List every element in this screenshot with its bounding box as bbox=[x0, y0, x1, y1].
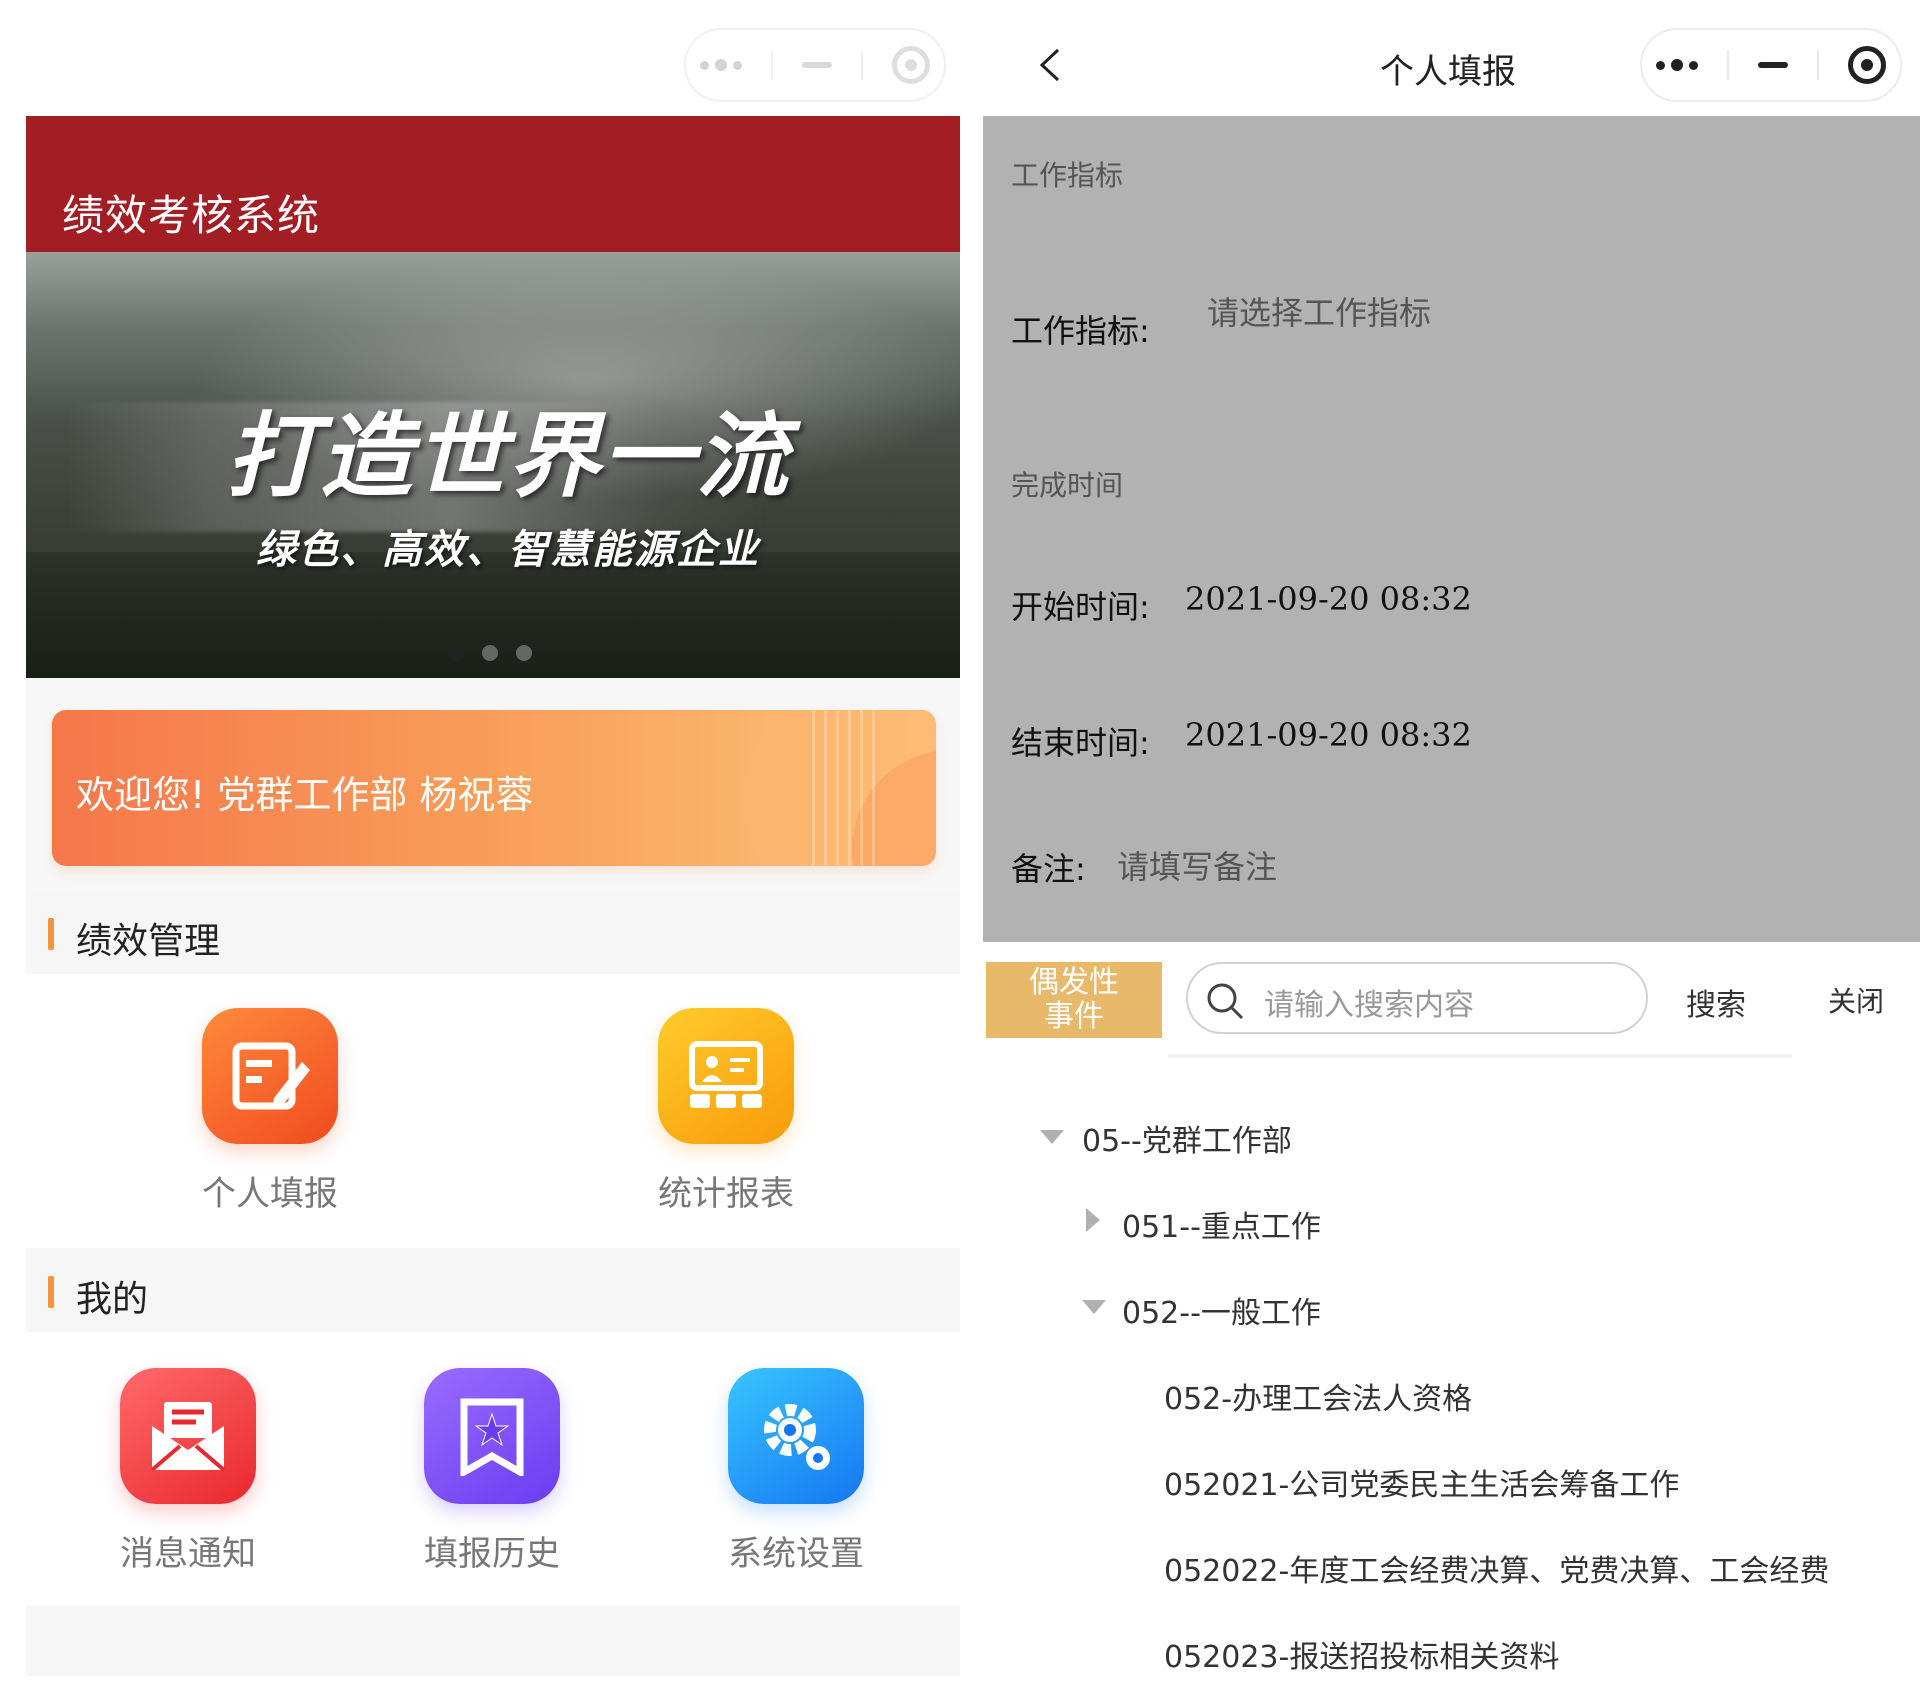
mail-envelope-icon bbox=[120, 1368, 256, 1504]
edit-form-icon bbox=[202, 1008, 338, 1144]
section-header-performance: 绩效管理 bbox=[26, 890, 960, 974]
home-panel: 绩效考核系统 打造世界一流 绿色、高效、智慧能源企业 欢迎您! 党群工作部 杨祝… bbox=[26, 116, 960, 1676]
close-button[interactable]: 关闭 bbox=[1828, 980, 1884, 1020]
screenshot: 绩效考核系统 打造世界一流 绿色、高效、智慧能源企业 欢迎您! 党群工作部 杨祝… bbox=[0, 0, 1920, 1699]
tile-messages[interactable]: 消息通知 bbox=[68, 1368, 308, 1575]
tree-node[interactable]: 05--党群工作部 bbox=[1082, 1116, 1292, 1160]
carousel-dot[interactable] bbox=[516, 645, 532, 661]
carousel-dot[interactable] bbox=[482, 645, 498, 661]
mine-grid: 消息通知 填报历史 系统设置 bbox=[26, 1332, 960, 1606]
tree-leaf[interactable]: 052-办理工会法人资格 bbox=[1164, 1374, 1472, 1418]
tile-settings[interactable]: 系统设置 bbox=[676, 1368, 916, 1575]
banner-subline: 绿色、高效、智慧能源企业 bbox=[256, 527, 760, 573]
tree-node[interactable]: 052--一般工作 bbox=[1122, 1288, 1321, 1332]
tile-personal-fill[interactable]: 个人填报 bbox=[150, 1008, 390, 1215]
miniprogram-capsule-right bbox=[1640, 28, 1902, 102]
tile-label: 个人填报 bbox=[202, 1174, 338, 1214]
section-title: 绩效管理 bbox=[76, 921, 221, 962]
more-icon[interactable] bbox=[700, 59, 743, 71]
minimize-icon[interactable] bbox=[801, 62, 832, 68]
tile-history[interactable]: 填报历史 bbox=[372, 1368, 612, 1575]
miniprogram-capsule-left bbox=[684, 28, 946, 102]
search-placeholder: 请输入搜索内容 bbox=[1264, 988, 1474, 1023]
start-time-label: 开始时间: bbox=[1011, 588, 1150, 626]
tile-statistics[interactable]: 统计报表 bbox=[606, 1008, 846, 1215]
search-icon bbox=[1207, 983, 1244, 1020]
back-arrow-icon[interactable] bbox=[1034, 48, 1068, 82]
close-capsule-icon[interactable] bbox=[1847, 46, 1886, 84]
banner-headline: 打造世界一流 bbox=[225, 403, 790, 510]
tile-label: 系统设置 bbox=[728, 1534, 864, 1574]
bookmark-star-icon bbox=[424, 1368, 560, 1504]
incidental-event-button[interactable]: 偶发性 事件 bbox=[986, 962, 1162, 1038]
expand-arrow-icon[interactable] bbox=[1082, 1300, 1106, 1314]
welcome-card: 欢迎您! 党群工作部 杨祝蓉 bbox=[52, 710, 936, 866]
end-time-value[interactable]: 2021-09-20 08:32 bbox=[1185, 716, 1472, 754]
tile-label: 消息通知 bbox=[120, 1534, 256, 1574]
gear-icon bbox=[728, 1368, 864, 1504]
collapse-arrow-icon[interactable] bbox=[1086, 1208, 1100, 1232]
page-title: 个人填报 bbox=[1380, 52, 1516, 92]
app-header: 绩效考核系统 bbox=[26, 116, 960, 252]
section-label-time: 完成时间 bbox=[1011, 469, 1124, 502]
section-title: 我的 bbox=[76, 1279, 149, 1320]
tree-leaf[interactable]: 052023-报送招投标相关资料 bbox=[1164, 1632, 1559, 1676]
welcome-text: 欢迎您! 党群工作部 杨祝蓉 bbox=[76, 773, 534, 817]
more-icon[interactable] bbox=[1656, 59, 1699, 71]
tree-leaf[interactable]: 052021-公司党委民主生活会筹备工作 bbox=[1164, 1460, 1679, 1504]
tile-label: 填报历史 bbox=[424, 1534, 560, 1574]
banner-carousel[interactable]: 打造世界一流 绿色、高效、智慧能源企业 bbox=[26, 252, 960, 678]
carousel-dot[interactable] bbox=[448, 645, 464, 661]
minimize-icon[interactable] bbox=[1757, 62, 1788, 68]
section-header-mine: 我的 bbox=[26, 1248, 960, 1332]
search-button[interactable]: 搜索 bbox=[1686, 980, 1746, 1024]
start-time-value[interactable]: 2021-09-20 08:32 bbox=[1185, 580, 1472, 618]
remark-label: 备注: bbox=[1011, 850, 1086, 888]
end-time-label: 结束时间: bbox=[1011, 724, 1150, 762]
indicator-label: 工作指标: bbox=[1011, 312, 1150, 350]
performance-grid: 个人填报 统计报表 bbox=[26, 974, 960, 1248]
section-label-indicator: 工作指标 bbox=[1011, 159, 1124, 192]
indicator-select[interactable]: 请选择工作指标 bbox=[1207, 288, 1431, 334]
remark-input[interactable]: 请填写备注 bbox=[1117, 842, 1277, 888]
tree-leaf[interactable]: 052022-年度工会经费决算、党费决算、工会经费 bbox=[1164, 1546, 1829, 1590]
tile-label: 统计报表 bbox=[658, 1174, 794, 1214]
tree-node[interactable]: 051--重点工作 bbox=[1122, 1202, 1321, 1246]
form-overlay-mask[interactable]: 工作指标 工作指标: 请选择工作指标 完成时间 开始时间: 2021-09-20… bbox=[983, 116, 1920, 942]
search-input[interactable]: 请输入搜索内容 bbox=[1186, 962, 1648, 1034]
expand-arrow-icon[interactable] bbox=[1040, 1130, 1064, 1144]
report-board-icon bbox=[658, 1008, 794, 1144]
close-capsule-icon[interactable] bbox=[891, 46, 930, 84]
app-title: 绩效考核系统 bbox=[62, 191, 321, 240]
